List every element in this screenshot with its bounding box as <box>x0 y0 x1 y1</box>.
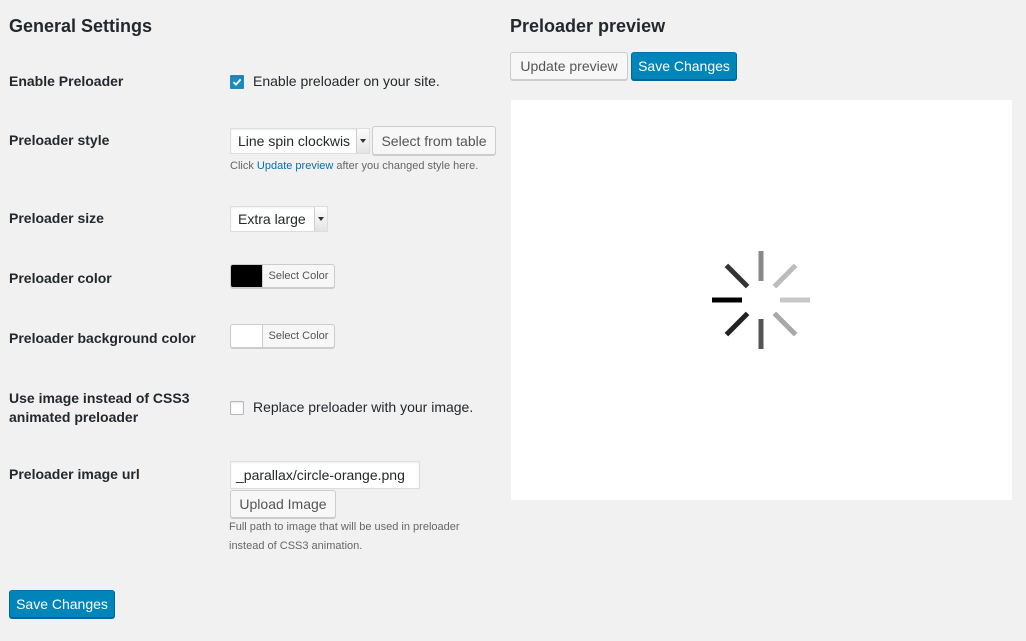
preloader-color-picker[interactable]: Select Color <box>230 264 335 288</box>
select-color-label: Select Color <box>268 270 329 282</box>
general-settings-title: General Settings <box>9 16 153 36</box>
hint-text-after: after you changed style here. <box>333 160 479 172</box>
preloader-size-value: Extra large <box>238 211 306 227</box>
preloader-style-select[interactable]: Line spin clockwis <box>230 128 370 154</box>
preloader-bg-color-label: Preloader background color <box>9 330 196 346</box>
preview-save-changes-button[interactable]: Save Changes <box>631 52 737 80</box>
image-url-hint-line2: instead of CSS3 animation. <box>229 540 363 552</box>
upload-image-button[interactable]: Upload Image <box>230 490 336 518</box>
color-swatch <box>231 265 263 287</box>
preloader-size-select[interactable]: Extra large <box>230 206 328 232</box>
update-preview-button[interactable]: Update preview <box>510 52 628 80</box>
update-preview-link[interactable]: Update preview <box>257 160 333 172</box>
preloader-preview-title: Preloader preview <box>510 16 666 36</box>
enable-preloader-checkbox[interactable] <box>230 75 244 89</box>
use-image-label-line1: Use image instead of CSS3 <box>9 390 190 406</box>
enable-preloader-text: Enable preloader on your site. <box>253 73 440 89</box>
preloader-bg-color-picker[interactable]: Select Color <box>230 324 335 348</box>
select-from-table-button[interactable]: Select from table <box>372 126 496 155</box>
image-url-hint: Full path to image that will be used in … <box>229 518 460 556</box>
preloader-style-hint: Click Update preview after you changed s… <box>230 157 478 176</box>
preloader-image-url-input[interactable]: _parallax/circle-orange.png <box>230 461 420 489</box>
image-url-hint-line1: Full path to image that will be used in … <box>229 521 460 533</box>
hint-text: Click <box>230 160 257 172</box>
use-image-label-line2: animated preloader <box>9 409 139 425</box>
use-image-checkbox[interactable] <box>230 401 244 415</box>
preloader-image-url-label: Preloader image url <box>9 466 140 482</box>
use-image-label: Use image instead of CSS3 animated prelo… <box>9 389 190 427</box>
enable-preloader-label: Enable Preloader <box>9 73 124 89</box>
save-changes-button[interactable]: Save Changes <box>9 590 115 618</box>
chevron-down-icon <box>314 207 327 231</box>
checkmark-icon <box>232 78 242 86</box>
chevron-down-icon <box>356 129 369 153</box>
preloader-color-label: Preloader color <box>9 270 112 286</box>
preloader-style-value: Line spin clockwis <box>238 133 351 149</box>
preview-area <box>511 100 1012 500</box>
preloader-style-label: Preloader style <box>9 132 110 148</box>
select-color-label: Select Color <box>268 330 329 342</box>
color-swatch <box>231 325 263 347</box>
use-image-text: Replace preloader with your image. <box>253 399 474 415</box>
line-spin-clockwise-icon <box>712 251 810 349</box>
preloader-size-label: Preloader size <box>9 210 104 226</box>
